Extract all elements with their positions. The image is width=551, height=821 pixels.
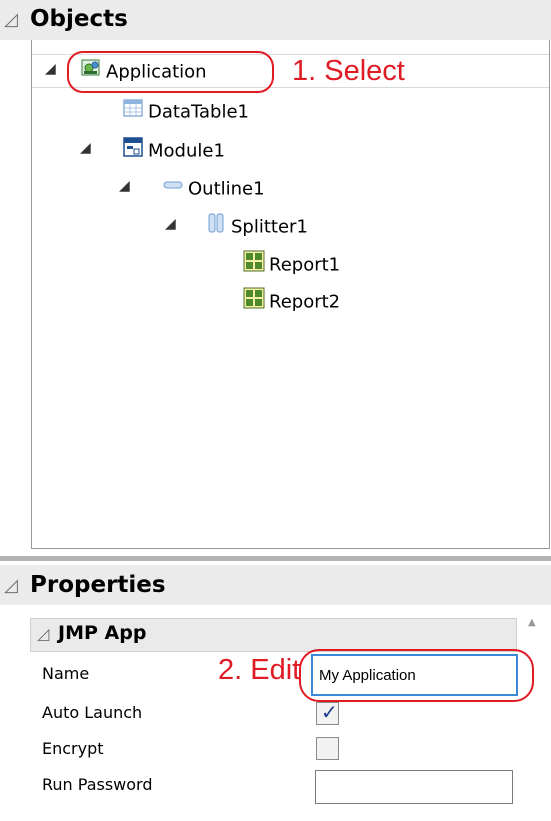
expand-triangle-icon[interactable]: ◢	[80, 140, 91, 156]
auto-launch-checkbox[interactable]: ✓	[316, 700, 339, 725]
tree-node-label: Outline1	[188, 178, 265, 200]
properties-panel-header[interactable]: ◿ Properties	[0, 565, 551, 605]
jmp-app-group-header[interactable]: ◿ JMP App	[30, 618, 517, 652]
run-password-label: Run Password	[42, 775, 153, 794]
report-icon	[243, 250, 265, 281]
properties-panel-title: Properties	[30, 572, 166, 598]
splitter-icon	[205, 212, 227, 243]
scroll-up-arrow-icon[interactable]: ▲	[528, 617, 536, 628]
group-title: JMP App	[58, 622, 147, 644]
tree-node-label: Report2	[269, 291, 341, 313]
expand-triangle-icon[interactable]: ◢	[45, 61, 56, 77]
edit-highlight-ring	[299, 649, 534, 702]
name-label: Name	[42, 664, 90, 683]
tree-node-report1[interactable]: Report1	[243, 250, 340, 278]
tree-node-report2[interactable]: Report2	[243, 287, 340, 315]
objects-panel-header[interactable]: ◿ Objects	[0, 0, 551, 40]
tree-node-outline[interactable]: Outline1	[162, 174, 265, 202]
tree-node-label: Report1	[269, 254, 341, 276]
checkmark-icon: ✓	[321, 700, 338, 724]
tree-node-datatable[interactable]: DataTable1	[122, 97, 249, 125]
select-annotation: 1. Select	[292, 55, 405, 87]
collapse-triangle-icon[interactable]: ◿	[4, 9, 18, 30]
tree-node-label: DataTable1	[148, 101, 249, 123]
collapse-triangle-icon[interactable]: ◿	[4, 575, 18, 596]
objects-panel-title: Objects	[30, 6, 128, 32]
panel-splitter[interactable]	[0, 556, 551, 561]
tree-node-label: Splitter1	[231, 216, 308, 238]
collapse-triangle-icon[interactable]: ◿	[37, 624, 49, 643]
datatable-icon	[122, 97, 144, 128]
module-icon	[122, 136, 144, 167]
select-highlight-ring	[67, 51, 274, 93]
encrypt-label: Encrypt	[42, 739, 104, 758]
expand-triangle-icon[interactable]: ◢	[119, 178, 130, 194]
auto-launch-label: Auto Launch	[42, 703, 143, 722]
tree-node-label: Module1	[148, 140, 225, 162]
expand-triangle-icon[interactable]: ◢	[165, 216, 176, 232]
tree-node-splitter[interactable]: Splitter1	[205, 212, 308, 240]
edit-annotation: 2. Edit	[218, 654, 301, 686]
outline-icon	[162, 174, 184, 205]
encrypt-checkbox[interactable]	[316, 737, 339, 760]
report-icon	[243, 287, 265, 318]
run-password-input[interactable]	[315, 770, 513, 804]
tree-node-module[interactable]: Module1	[122, 136, 225, 164]
